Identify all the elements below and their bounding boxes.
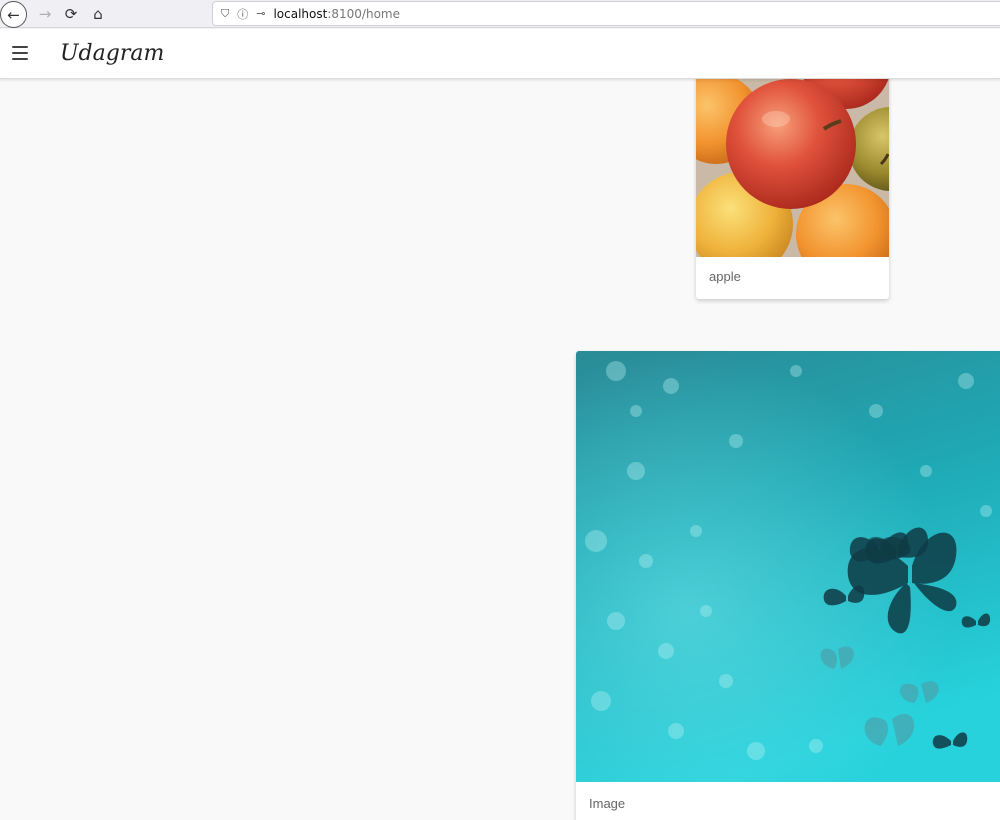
butterflies-photo: [576, 351, 1000, 782]
info-icon: ⓘ: [237, 7, 249, 21]
key-icon: ⊸: [256, 7, 266, 20]
url-host: localhost: [273, 6, 328, 21]
feed-item-caption: Image: [589, 796, 626, 811]
reload-icon[interactable]: ⟳: [59, 2, 83, 26]
menu-icon[interactable]: [12, 46, 28, 60]
forward-icon[interactable]: →: [33, 2, 57, 26]
feed-item-card[interactable]: apple: [696, 79, 889, 299]
feed-item-caption: apple: [709, 269, 741, 284]
shield-icon: ⛉: [221, 6, 230, 20]
app-toolbar: Udagram: [0, 29, 1000, 79]
app-title: Udagram: [60, 41, 165, 66]
browser-toolbar: ← → ⟳ ⌂ ⛉ ⓘ ⊸ localhost:8100/home: [0, 0, 1000, 28]
back-icon[interactable]: ←: [0, 1, 27, 28]
url-path: :8100/home: [327, 6, 400, 21]
home-icon[interactable]: ⌂: [86, 2, 110, 26]
url-bar[interactable]: ⛉ ⓘ ⊸ localhost:8100/home: [212, 1, 1000, 26]
feed-item-card[interactable]: Image: [576, 351, 1000, 820]
feed-content: apple Image: [0, 79, 1000, 820]
apples-photo: [696, 79, 889, 257]
